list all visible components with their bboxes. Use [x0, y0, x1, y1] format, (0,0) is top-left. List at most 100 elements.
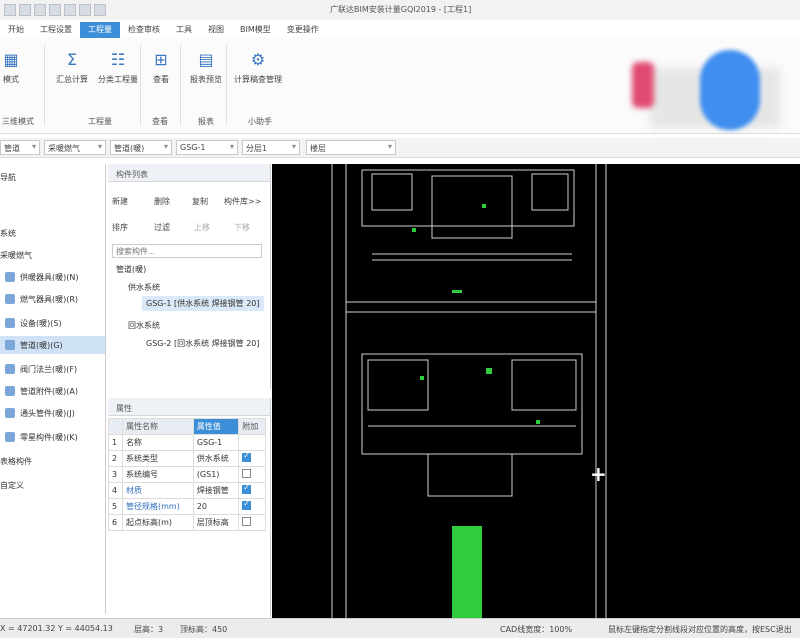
nav-head-label: 导航: [0, 172, 16, 182]
filter-select-layer[interactable]: 分层1: [242, 140, 300, 155]
equipment-icon: [5, 318, 15, 328]
floor-plan-drawing: [331, 164, 607, 618]
tab-quantities[interactable]: 工程量: [80, 22, 120, 38]
new-button[interactable]: 新建: [112, 196, 128, 207]
nav-item-fittings[interactable]: 通头管件(暖)(J): [0, 404, 105, 422]
group-label-view: 查看: [152, 117, 168, 126]
tab-start[interactable]: 开始: [0, 22, 32, 38]
cad-drawing-canvas[interactable]: +: [272, 164, 800, 618]
filter-select-category[interactable]: 管道: [0, 140, 40, 155]
property-value[interactable]: 焊接钢管: [192, 482, 240, 499]
tab-view[interactable]: 视图: [200, 22, 232, 38]
property-extra-header: 附加: [238, 418, 266, 435]
filter-button[interactable]: 过滤: [154, 222, 170, 233]
tree-node-supply-system[interactable]: 供水系统: [128, 282, 160, 293]
group-label-mode: 三维模式: [2, 117, 34, 126]
property-value[interactable]: GSG-1: [192, 434, 240, 451]
table-row[interactable]: 3 系统编号 (GS1): [108, 466, 266, 483]
tab-tools[interactable]: 工具: [168, 22, 200, 38]
move-down-button[interactable]: 下移: [234, 222, 250, 233]
calc-manager-label: 计算稿查管理: [234, 75, 282, 84]
extra-checkbox[interactable]: [242, 483, 252, 494]
filter-select-type[interactable]: 管道(暖): [110, 140, 172, 155]
nav-item-pipe-accessories[interactable]: 管道附件(暖)(A): [0, 382, 105, 400]
table-row[interactable]: 1 名称 GSG-1: [108, 434, 266, 451]
table-row[interactable]: 5 管径规格(mm) 20: [108, 498, 266, 515]
elevation-readout: 顶标高：450: [180, 625, 228, 634]
property-value[interactable]: 层顶标高: [192, 514, 240, 531]
crosshair-cursor-icon: +: [590, 462, 607, 486]
tree-node-gsg-2[interactable]: GSG-2 [回水系统 焊接钢管 20]: [146, 338, 260, 349]
table-row[interactable]: 6 起点标高(m) 层顶标高: [108, 514, 266, 531]
nav-item-misc-parts[interactable]: 零星构件(暖)(K): [0, 428, 105, 446]
extra-cell: [238, 482, 266, 499]
window-title: 广联达BIM安装计量GQI2019 - [工程1]: [330, 5, 472, 14]
properties-panel: 属性 属性名称 属性值 附加 1 名称 GSG-1 2 系统类型 供水系统 3: [108, 398, 271, 618]
row-number: 3: [108, 466, 123, 483]
component-library-button[interactable]: 构件库>>: [224, 196, 261, 207]
table-row[interactable]: 2 系统类型 供水系统: [108, 450, 266, 467]
nav-item-valves[interactable]: 阀门法兰(暖)(F): [0, 360, 105, 378]
tab-bim-model[interactable]: BIM模型: [232, 22, 279, 38]
property-name: 系统类型: [122, 450, 194, 467]
new-file-icon[interactable]: [19, 4, 31, 16]
extra-checkbox[interactable]: [242, 517, 252, 526]
tree-node-gsg-1[interactable]: GSG-1 [供水系统 焊接钢管 20]: [142, 296, 264, 311]
filter-select-component[interactable]: GSG-1: [176, 140, 238, 155]
nav-item-gas-appliances[interactable]: 燃气器具(暖)(R): [0, 290, 105, 308]
extra-checkbox[interactable]: [242, 469, 252, 478]
category-quantity-button[interactable]: ☷ 分类工程量: [98, 48, 138, 85]
nav-item-label: 通头管件(暖)(J): [20, 408, 75, 418]
nav-item-label: 设备(暖)(S): [20, 318, 62, 328]
tab-review[interactable]: 检查审核: [120, 22, 168, 38]
tab-project-settings[interactable]: 工程设置: [32, 22, 80, 38]
report-preview-button[interactable]: ▤ 报表预览: [190, 48, 222, 85]
nav-item-heaters[interactable]: 供暖器具(暖)(N): [0, 268, 105, 286]
property-value[interactable]: (GS1): [192, 466, 240, 483]
copy-button[interactable]: 复制: [192, 196, 208, 207]
filter-select-specialty[interactable]: 采暖燃气: [44, 140, 106, 155]
move-up-button[interactable]: 上移: [194, 222, 210, 233]
property-value[interactable]: 20: [192, 498, 240, 515]
coordinates-readout: X = 47201.32 Y = 44054.13: [0, 624, 113, 633]
nav-item-equipment[interactable]: 设备(暖)(S): [0, 314, 105, 332]
nav-item-table-parts[interactable]: 表格构件: [0, 452, 105, 470]
save-icon[interactable]: [49, 4, 61, 16]
calc-manager-icon: ⚙: [250, 49, 266, 69]
delete-button[interactable]: 删除: [154, 196, 170, 207]
property-value[interactable]: 供水系统: [192, 450, 240, 467]
nav-item-system[interactable]: 系统: [0, 224, 105, 242]
nav-item-label: 采暖燃气: [0, 250, 32, 260]
nav-item-custom[interactable]: 自定义: [0, 476, 105, 494]
redo-icon[interactable]: [79, 4, 91, 16]
row-number-header: [108, 418, 123, 435]
sum-calc-button[interactable]: Σ 汇总计算: [56, 48, 88, 85]
nav-item-heating-gas[interactable]: 采暖燃气: [0, 246, 105, 264]
view-icon: ⊞: [154, 49, 168, 69]
table-row[interactable]: 4 材质 焊接钢管: [108, 482, 266, 499]
property-name: 管径规格(mm): [122, 498, 194, 515]
nav-head: 导航: [0, 168, 105, 186]
nav-item-label: 阀门法兰(暖)(F): [20, 364, 78, 374]
tab-change-ops[interactable]: 变更操作: [279, 22, 327, 38]
properties-header-row: 属性名称 属性值 附加: [108, 418, 266, 435]
pipe-icon: [5, 340, 15, 350]
nav-item-pipes[interactable]: 管道(暖)(G): [0, 336, 105, 354]
sort-button[interactable]: 排序: [112, 222, 128, 233]
extra-checkbox[interactable]: [242, 451, 252, 462]
ribbon-divider: [180, 44, 181, 126]
extra-checkbox[interactable]: [242, 499, 252, 510]
filter-select-floor[interactable]: 楼层: [306, 140, 396, 155]
undo-icon[interactable]: [64, 4, 76, 16]
tree-node-return-system[interactable]: 回水系统: [128, 320, 160, 331]
title-bar: 广联达BIM安装计量GQI2019 - [工程1]: [0, 0, 800, 20]
property-name-header: 属性名称: [122, 418, 194, 435]
mode-button[interactable]: ▦ 模式: [0, 48, 22, 85]
calc-manager-button[interactable]: ⚙ 计算稿查管理: [234, 48, 282, 85]
open-file-icon[interactable]: [34, 4, 46, 16]
nav-item-label: 燃气器具(暖)(R): [20, 294, 79, 304]
tree-node-pipes[interactable]: 管道(暖): [116, 264, 146, 275]
component-search-input[interactable]: [112, 244, 262, 258]
sum-icon[interactable]: [94, 4, 106, 16]
view-button[interactable]: ⊞ 查看: [150, 48, 172, 85]
